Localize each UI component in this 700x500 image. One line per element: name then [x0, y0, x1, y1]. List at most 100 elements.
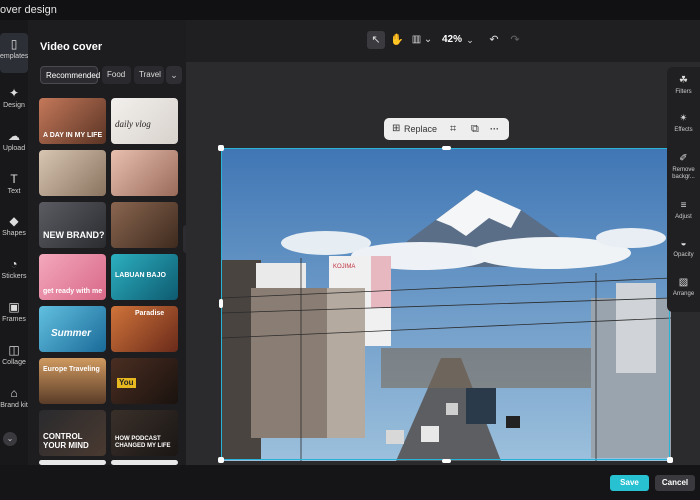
image-context-toolbar: ⊞ Replace ⌗ ⧉ ··· — [384, 118, 509, 140]
collage-icon: ◫ — [8, 343, 20, 357]
template-thumbnail[interactable]: Europe Traveling — [39, 358, 106, 404]
rail-item-design[interactable]: ✦ Design — [0, 82, 28, 122]
template-thumbnail[interactable]: daily vlog — [111, 98, 178, 144]
template-text: NEW BRAND? — [43, 230, 105, 240]
template-thumbnail[interactable]: LABUAN BAJO — [111, 254, 178, 300]
rail-label-collage: Collage — [2, 359, 26, 366]
filter-chip-travel[interactable]: Travel — [134, 66, 164, 84]
template-thumbnail[interactable] — [39, 150, 106, 196]
cancel-button[interactable]: Cancel — [655, 475, 695, 491]
template-text: A DAY IN MY LIFE — [43, 132, 103, 139]
effects-button[interactable]: ✴ Effects — [667, 113, 700, 134]
rail-item-frames[interactable]: ▣ Frames — [0, 296, 28, 336]
arrange-label: Arrange — [672, 291, 695, 297]
rail-label-stickers: Stickers — [1, 273, 27, 280]
template-thumbnail[interactable] — [111, 202, 178, 248]
rail-item-templates[interactable]: ▯ emplates — [0, 33, 28, 73]
replace-button[interactable]: Replace — [404, 118, 437, 140]
chevron-down-icon[interactable]: ⌄ — [166, 66, 182, 84]
template-thumbnail[interactable] — [111, 150, 178, 196]
rail-label-shapes: Shapes — [2, 230, 26, 237]
frames-icon: ▣ — [8, 300, 20, 314]
remove-background-label: Remove backgr... — [672, 167, 695, 180]
image-properties-panel: ☘ Filters ✴ Effects ✐ Remove backgr... ≡… — [667, 67, 700, 312]
resize-handle[interactable] — [218, 145, 224, 151]
templates-icon: ▯ — [10, 37, 18, 51]
template-thumbnail[interactable]: Paradise — [111, 306, 178, 352]
crop-icon[interactable]: ⌗ — [450, 118, 456, 140]
shapes-icon: ◆ — [9, 214, 19, 228]
left-rail: ▯ emplates ✦ Design ☁ Upload T Text ◆ Sh… — [0, 20, 28, 465]
resize-handle[interactable] — [442, 146, 451, 150]
duplicate-icon[interactable]: ⧉ — [471, 118, 479, 140]
rail-label-templates: emplates — [0, 53, 29, 60]
upload-icon: ☁ — [8, 129, 20, 143]
window-title: over design — [0, 4, 57, 16]
rail-item-stickers[interactable]: ◔ Stickers — [0, 253, 28, 293]
template-thumbnail[interactable]: You — [111, 358, 178, 404]
title-bar: over design — [0, 0, 700, 20]
arrange-button[interactable]: ▧ Arrange — [667, 277, 700, 298]
remove-background-button[interactable]: ✐ Remove backgr... — [667, 153, 700, 181]
template-text: daily vlog — [115, 119, 151, 129]
rail-item-text[interactable]: T Text — [0, 168, 28, 208]
template-text: Summer — [51, 328, 92, 339]
save-button[interactable]: Save — [610, 475, 649, 491]
adjust-label: Adjust — [675, 214, 692, 220]
resize-handle[interactable] — [442, 459, 451, 463]
template-thumbnail[interactable]: NEW BRAND? — [39, 202, 106, 248]
hand-tool-icon[interactable]: ✋ — [389, 31, 405, 49]
resize-handle[interactable] — [219, 299, 223, 308]
stickers-icon: ◔ — [10, 257, 18, 271]
rail-item-collage[interactable]: ◫ Collage — [0, 339, 28, 379]
opacity-label: Opacity — [673, 252, 694, 258]
adjust-button[interactable]: ≡ Adjust — [667, 200, 700, 221]
chevron-down-icon[interactable]: ⌄ — [465, 31, 475, 49]
panel-title: Video cover — [40, 41, 103, 53]
template-text: Europe Traveling — [43, 366, 100, 373]
template-text: CONTROL YOUR MIND — [43, 432, 89, 450]
bottom-bar — [0, 465, 700, 500]
template-text: HOW PODCAST CHANGED MY LIFE — [115, 436, 171, 449]
more-icon[interactable]: ··· — [490, 118, 499, 140]
rail-label-text: Text — [7, 188, 21, 195]
filters-label: Filters — [675, 89, 692, 95]
zoom-level[interactable]: 42% — [442, 31, 462, 49]
building-sign: KOJIMA — [333, 264, 355, 270]
undo-icon[interactable]: ↶ — [487, 31, 501, 49]
template-thumbnail[interactable]: get ready with me — [39, 254, 106, 300]
template-thumbnail[interactable]: Summer — [39, 306, 106, 352]
opacity-icon: ◒ — [680, 238, 687, 249]
template-text: You — [117, 378, 136, 388]
design-icon: ✦ — [8, 86, 20, 100]
filters-button[interactable]: ☘ Filters — [667, 75, 700, 96]
redo-icon[interactable]: ↷ — [508, 31, 522, 49]
template-text: get ready with me — [43, 288, 103, 295]
rail-item-brand-kit[interactable]: ⌂ Brand kit — [0, 382, 28, 422]
template-thumbnail[interactable]: CONTROL YOUR MIND — [39, 410, 106, 456]
select-tool-icon[interactable]: ↖ — [367, 31, 385, 49]
adjust-icon: ≡ — [680, 200, 687, 211]
remove-background-icon: ✐ — [679, 153, 688, 164]
rail-label-upload: Upload — [2, 145, 26, 152]
resize-handle[interactable] — [218, 457, 224, 463]
template-text: Paradise — [135, 310, 165, 317]
filter-chip-recommended[interactable]: Recommended — [40, 66, 100, 84]
arrange-icon: ▧ — [678, 277, 689, 288]
effects-label: Effects — [674, 127, 693, 133]
chevron-down-icon[interactable]: ⌄ — [3, 432, 17, 446]
canvas-photo[interactable]: KOJIMA — [221, 148, 671, 461]
opacity-button[interactable]: ◒ Opacity — [667, 238, 700, 259]
template-thumbnail[interactable]: A DAY IN MY LIFE — [39, 98, 106, 144]
brand-kit-icon: ⌂ — [10, 386, 18, 400]
rail-label-design: Design — [3, 102, 25, 109]
resize-handle[interactable] — [667, 457, 673, 463]
rail-item-shapes[interactable]: ◆ Shapes — [0, 210, 28, 250]
rail-item-upload[interactable]: ☁ Upload — [0, 125, 28, 165]
filter-chip-food[interactable]: Food — [102, 66, 131, 84]
template-thumbnail[interactable]: HOW PODCAST CHANGED MY LIFE — [111, 410, 178, 456]
rail-label-frames: Frames — [2, 316, 26, 323]
effects-icon: ✴ — [679, 113, 688, 124]
replace-icon: ⊞ — [392, 123, 401, 134]
layout-icon[interactable]: ▥ ⌄ — [410, 31, 434, 49]
